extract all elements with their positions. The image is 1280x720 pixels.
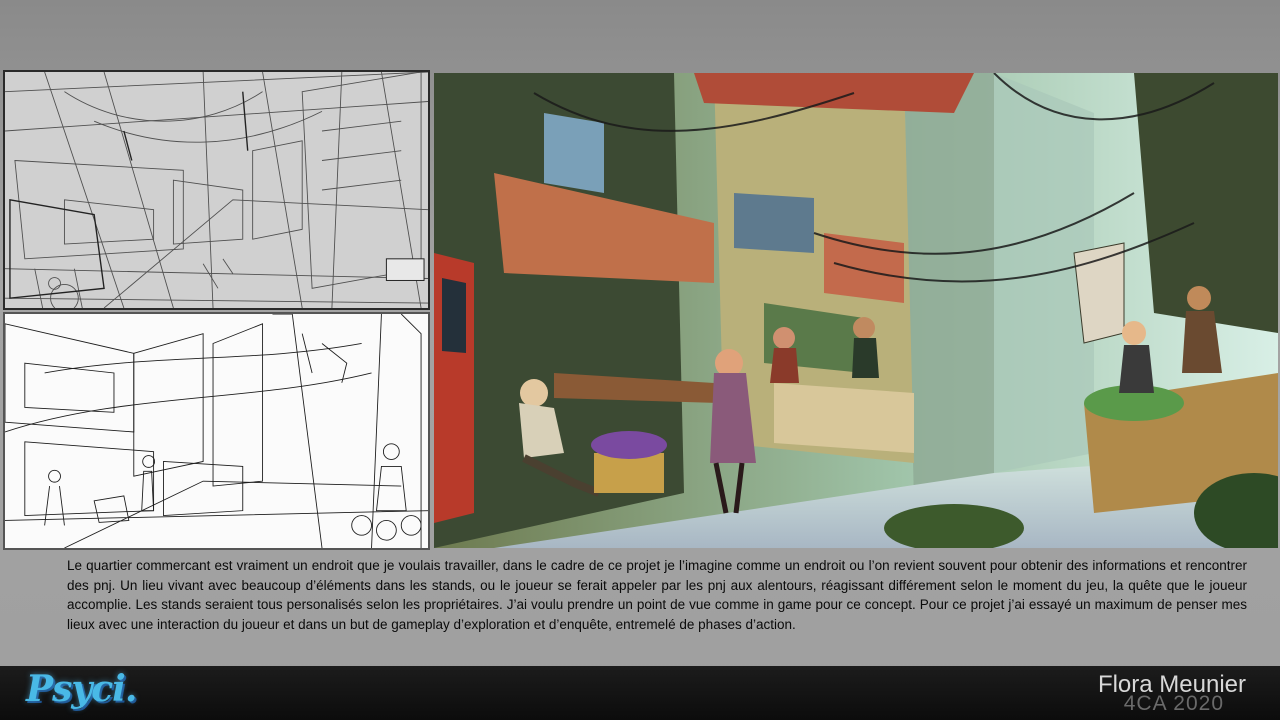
author-class: 4CA 2020 (1123, 692, 1224, 715)
description-text: Le quartier commercant est vraiment un e… (67, 558, 1247, 632)
rough-sketch-image (3, 70, 430, 310)
school-logo: Psyci. (26, 668, 137, 710)
market-street-painting (434, 73, 1278, 548)
footer-bar (0, 666, 1280, 720)
line-art-image (3, 312, 430, 550)
